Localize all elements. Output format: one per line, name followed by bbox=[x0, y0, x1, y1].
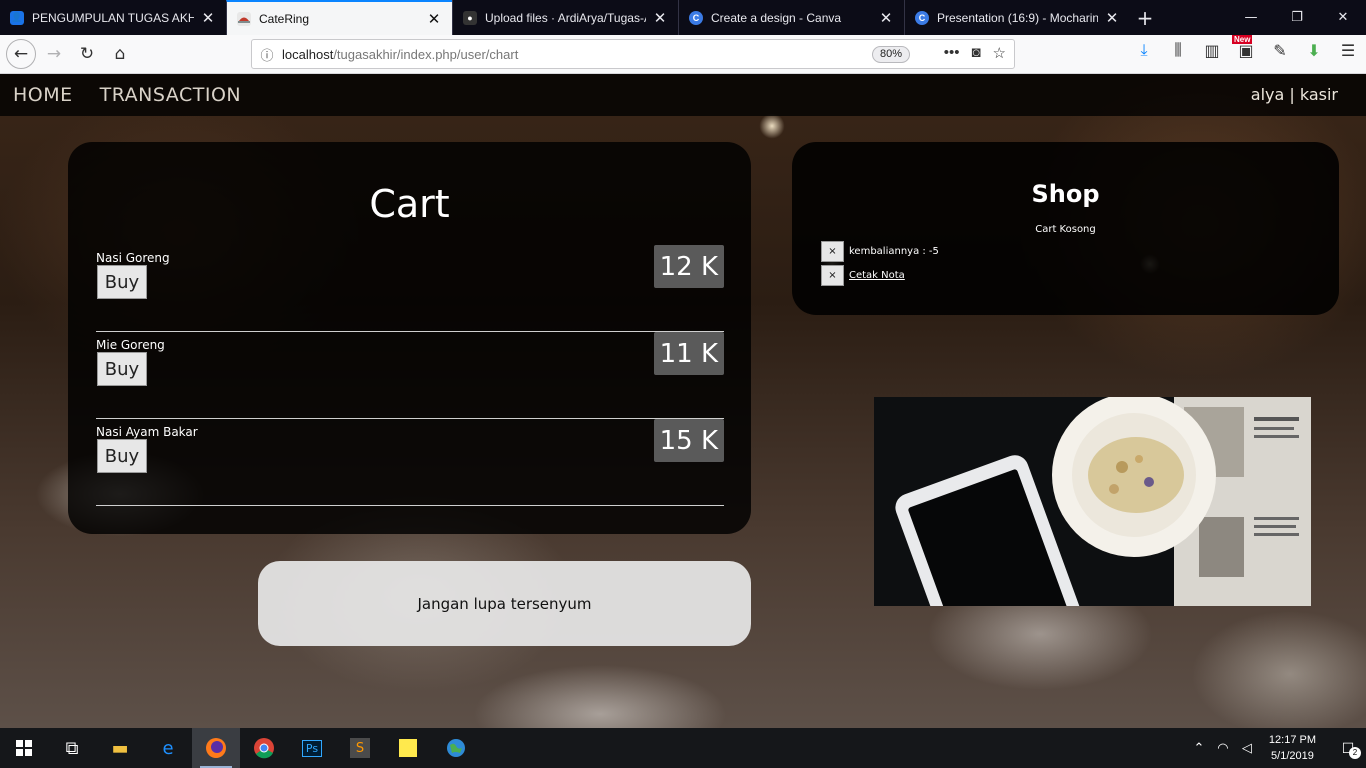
network-globe-icon[interactable] bbox=[432, 728, 480, 768]
close-window-icon[interactable]: ✕ bbox=[1320, 0, 1366, 35]
cart-item: Nasi Ayam Bakar Buy 15 K bbox=[96, 419, 724, 506]
cart-status-text: Cart Kosong bbox=[1035, 224, 1096, 235]
print-receipt-link[interactable]: Cetak Nota bbox=[849, 270, 905, 281]
shop-panel: Shop Cart Kosong × kembaliannya : -5 × C… bbox=[792, 142, 1339, 315]
site-navbar: HOME TRANSACTION alya | kasir bbox=[0, 74, 1366, 116]
start-icon[interactable] bbox=[0, 728, 48, 768]
minimize-icon[interactable]: — bbox=[1228, 0, 1274, 35]
tab-label: CateRing bbox=[259, 11, 310, 26]
chevron-up-icon[interactable]: ⌃ bbox=[1187, 740, 1211, 756]
canva-icon: C bbox=[915, 10, 929, 25]
tab-pengumpulan[interactable]: 👤 PENGUMPULAN TUGAS AKHIR ✕ bbox=[0, 0, 226, 35]
cart-panel: Cart Nasi Goreng Buy 12 K Mie Goreng Buy… bbox=[68, 142, 751, 534]
tab-catering[interactable]: CateRing ✕ bbox=[226, 0, 452, 35]
nav-transaction-link[interactable]: TRANSACTION bbox=[100, 84, 241, 106]
close-icon[interactable]: ✕ bbox=[878, 9, 894, 27]
close-icon[interactable]: ✕ bbox=[652, 9, 668, 27]
extension-icon[interactable]: ▣ New bbox=[1232, 34, 1256, 60]
buy-button[interactable]: Buy bbox=[97, 439, 147, 473]
tab-label: Upload files · ArdiArya/Tugas-A bbox=[485, 10, 646, 25]
change-row: × kembaliannya : -5 bbox=[821, 241, 939, 262]
tab-label: Create a design - Canva bbox=[711, 10, 842, 25]
page-background: HOME TRANSACTION alya | kasir Cart Nasi … bbox=[0, 74, 1366, 728]
new-badge: New bbox=[1232, 34, 1253, 44]
cart-title: Cart bbox=[369, 182, 450, 226]
item-name: Nasi Ayam Bakar bbox=[96, 425, 198, 439]
page-actions-icon[interactable]: ••• bbox=[944, 44, 960, 62]
library-icon[interactable]: ⫼ bbox=[1168, 40, 1188, 60]
item-price: 11 K bbox=[653, 332, 724, 375]
tab-label: Presentation (16:9) - Mocharint bbox=[937, 10, 1098, 25]
address-bar[interactable]: ⓘ localhost /tugasakhir/index.php/user/c… bbox=[251, 39, 1015, 69]
close-icon[interactable]: ✕ bbox=[200, 9, 216, 27]
new-tab-button[interactable]: + bbox=[1130, 0, 1160, 35]
buy-button[interactable]: Buy bbox=[97, 352, 147, 386]
forward-button[interactable]: → bbox=[39, 39, 69, 69]
browser-toolbar: ← → ↻ ⌂ ⓘ localhost /tugasakhir/index.ph… bbox=[0, 34, 1366, 74]
eyedropper-icon[interactable]: ✎ bbox=[1270, 41, 1290, 60]
home-button[interactable]: ⌂ bbox=[105, 39, 135, 69]
back-button[interactable]: ← bbox=[6, 39, 36, 69]
item-name: Nasi Goreng bbox=[96, 251, 170, 265]
download-helper-icon[interactable]: ⬇ bbox=[1304, 41, 1324, 60]
item-name: Mie Goreng bbox=[96, 338, 165, 352]
volume-icon[interactable]: ◁ bbox=[1235, 740, 1259, 756]
taskbar-clock[interactable]: 12:17 PM 5/1/2019 bbox=[1269, 732, 1316, 764]
sidebar-icon[interactable]: ▥ bbox=[1202, 41, 1222, 60]
task-view-icon[interactable]: ⧉ bbox=[48, 728, 96, 768]
user-icon: 👤 bbox=[10, 10, 24, 25]
download-icon[interactable]: ⤓ bbox=[1134, 40, 1154, 60]
browser-tools: ⤓ ⫼ ▥ ▣ New ✎ ⬇ ☰ bbox=[1134, 34, 1358, 60]
tablet-pastry-photo bbox=[874, 397, 1311, 606]
photoshop-icon[interactable]: Ps bbox=[288, 728, 336, 768]
firefox-icon[interactable] bbox=[192, 728, 240, 768]
menu-icon[interactable]: ☰ bbox=[1338, 41, 1358, 60]
file-explorer-icon[interactable]: ▬ bbox=[96, 728, 144, 768]
user-role-label[interactable]: alya | kasir bbox=[1251, 85, 1338, 104]
zoom-indicator[interactable]: 80% bbox=[872, 46, 911, 63]
notification-count: 2 bbox=[1349, 747, 1361, 759]
github-icon: ● bbox=[463, 10, 477, 25]
change-amount-text: kembaliannya : -5 bbox=[849, 246, 939, 257]
close-icon[interactable]: ✕ bbox=[426, 10, 442, 28]
shop-title: Shop bbox=[1031, 180, 1100, 208]
edge-icon[interactable]: e bbox=[144, 728, 192, 768]
restore-icon[interactable]: ❐ bbox=[1274, 0, 1320, 35]
system-tray: ⌃ ◠ ◁ 12:17 PM 5/1/2019 ☐ 2 bbox=[1187, 728, 1366, 768]
reload-button[interactable]: ↻ bbox=[72, 39, 102, 69]
action-center-icon[interactable]: ☐ 2 bbox=[1330, 728, 1366, 768]
remove-button[interactable]: × bbox=[821, 241, 844, 262]
tab-canva-design[interactable]: C Create a design - Canva ✕ bbox=[678, 0, 904, 35]
close-icon[interactable]: ✕ bbox=[1104, 9, 1120, 27]
print-row: × Cetak Nota bbox=[821, 265, 905, 286]
cart-item: Mie Goreng Buy 11 K bbox=[96, 332, 724, 419]
wifi-icon[interactable]: ◠ bbox=[1211, 740, 1235, 756]
canva-icon: C bbox=[689, 10, 703, 25]
clock-time: 12:17 PM bbox=[1268, 734, 1316, 746]
bookmark-star-icon[interactable]: ☆ bbox=[993, 44, 1006, 62]
item-price: 12 K bbox=[653, 245, 724, 288]
item-price: 15 K bbox=[653, 419, 724, 462]
sticky-notes-icon[interactable] bbox=[384, 728, 432, 768]
sublime-icon[interactable]: S bbox=[336, 728, 384, 768]
remove-button[interactable]: × bbox=[821, 265, 844, 286]
chrome-icon[interactable] bbox=[240, 728, 288, 768]
buy-button[interactable]: Buy bbox=[97, 265, 147, 299]
window-controls: — ❐ ✕ bbox=[1228, 0, 1366, 35]
clock-date: 5/1/2019 bbox=[1271, 750, 1314, 762]
tab-github-upload[interactable]: ● Upload files · ArdiArya/Tugas-A ✕ bbox=[452, 0, 678, 35]
catering-icon bbox=[237, 11, 251, 26]
info-icon[interactable]: ⓘ bbox=[252, 45, 282, 64]
browser-tab-bar: 👤 PENGUMPULAN TUGAS AKHIR ✕ CateRing ✕ ●… bbox=[0, 0, 1366, 35]
tab-label: PENGUMPULAN TUGAS AKHIR bbox=[32, 10, 194, 25]
cart-item: Nasi Goreng Buy 12 K bbox=[96, 245, 724, 332]
windows-taskbar: ⧉ ▬ e Ps S ⌃ ◠ ◁ 12:17 PM 5/1/2019 ☐ 2 bbox=[0, 728, 1366, 768]
nav-home-link[interactable]: HOME bbox=[13, 84, 73, 106]
url-path: /tugasakhir/index.php/user/chart bbox=[333, 46, 519, 62]
tab-canva-presentation[interactable]: C Presentation (16:9) - Mocharint ✕ bbox=[904, 0, 1130, 35]
pocket-icon[interactable]: ◙ bbox=[971, 44, 980, 62]
url-host: localhost bbox=[282, 46, 334, 62]
smile-banner: Jangan lupa tersenyum bbox=[258, 561, 751, 646]
